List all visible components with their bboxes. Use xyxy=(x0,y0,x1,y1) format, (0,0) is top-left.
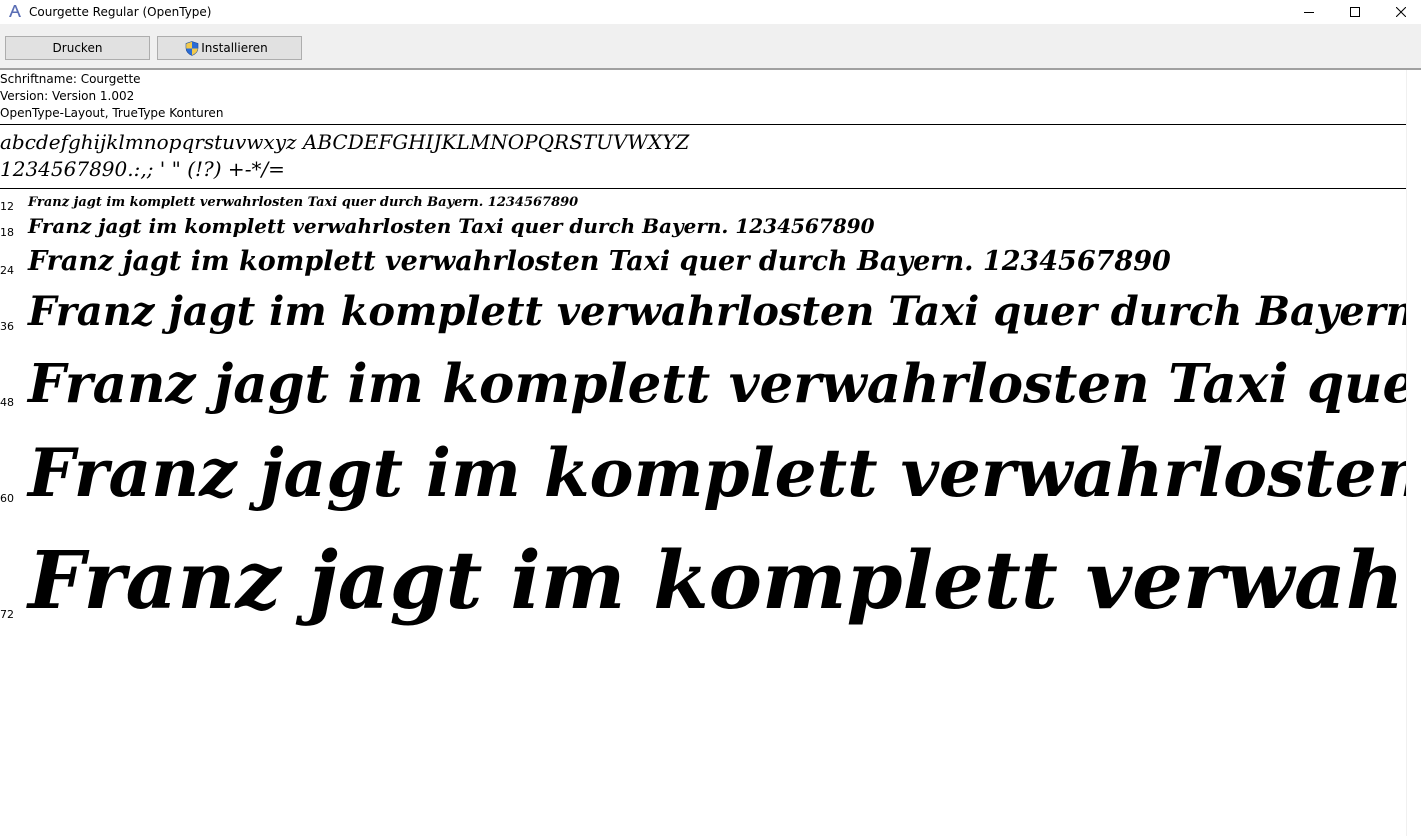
sample-text: Franz jagt im komplett verwahrlosten Tax… xyxy=(28,353,1406,415)
close-button[interactable] xyxy=(1378,0,1421,24)
print-button-label: Drucken xyxy=(52,41,103,55)
font-layout-info: OpenType-Layout, TrueType Konturen xyxy=(0,106,224,120)
maximize-icon xyxy=(1350,7,1360,17)
size-label: 12 xyxy=(0,200,14,213)
window-title: Courgette Regular (OpenType) xyxy=(29,5,212,19)
print-button[interactable]: Drucken xyxy=(5,36,150,60)
size-label: 72 xyxy=(0,608,14,621)
charset-symbols: 1234567890.:,; ' " (!?) +-*/= xyxy=(0,157,285,181)
maximize-button[interactable] xyxy=(1332,0,1378,24)
vertical-scrollbar[interactable] xyxy=(1406,70,1421,836)
font-name-info: Schriftname: Courgette xyxy=(0,72,141,86)
font-version-info: Version: Version 1.002 xyxy=(0,89,135,103)
font-preview-area: Schriftname: Courgette Version: Version … xyxy=(0,70,1406,836)
install-button-label: Installieren xyxy=(201,41,268,55)
sample-text: Franz jagt im komplett verwahrlosten Tax… xyxy=(28,214,875,238)
divider xyxy=(0,188,1406,189)
size-label: 18 xyxy=(0,226,14,239)
close-icon xyxy=(1396,7,1406,17)
size-label: 36 xyxy=(0,320,14,333)
sample-text: Franz jagt im komplett verwahrlosten Tax… xyxy=(28,195,579,210)
size-label: 24 xyxy=(0,264,14,277)
toolbar: Drucken Installieren xyxy=(0,24,1421,70)
sample-text: Franz jagt im komplett verwahrlosten Tax… xyxy=(28,434,1406,512)
minimize-icon xyxy=(1304,12,1314,13)
sample-text: Franz jagt im komplett verwahrlosten Tax… xyxy=(28,246,1171,277)
size-label: 48 xyxy=(0,396,14,409)
sample-text: Franz jagt im komplett verwahrlosten Tax… xyxy=(28,288,1406,335)
title-bar[interactable]: Courgette Regular (OpenType) xyxy=(0,0,1421,24)
uac-shield-icon xyxy=(185,40,199,56)
size-label: 60 xyxy=(0,492,14,505)
charset-letters: abcdefghijklmnopqrstuvwxyz ABCDEFGHIJKLM… xyxy=(0,130,690,154)
install-button[interactable]: Installieren xyxy=(157,36,302,60)
minimize-button[interactable] xyxy=(1286,0,1332,24)
font-app-icon xyxy=(9,5,21,17)
divider xyxy=(0,124,1406,125)
sample-text: Franz jagt im komplett verwahrlosten Tax… xyxy=(28,533,1406,627)
